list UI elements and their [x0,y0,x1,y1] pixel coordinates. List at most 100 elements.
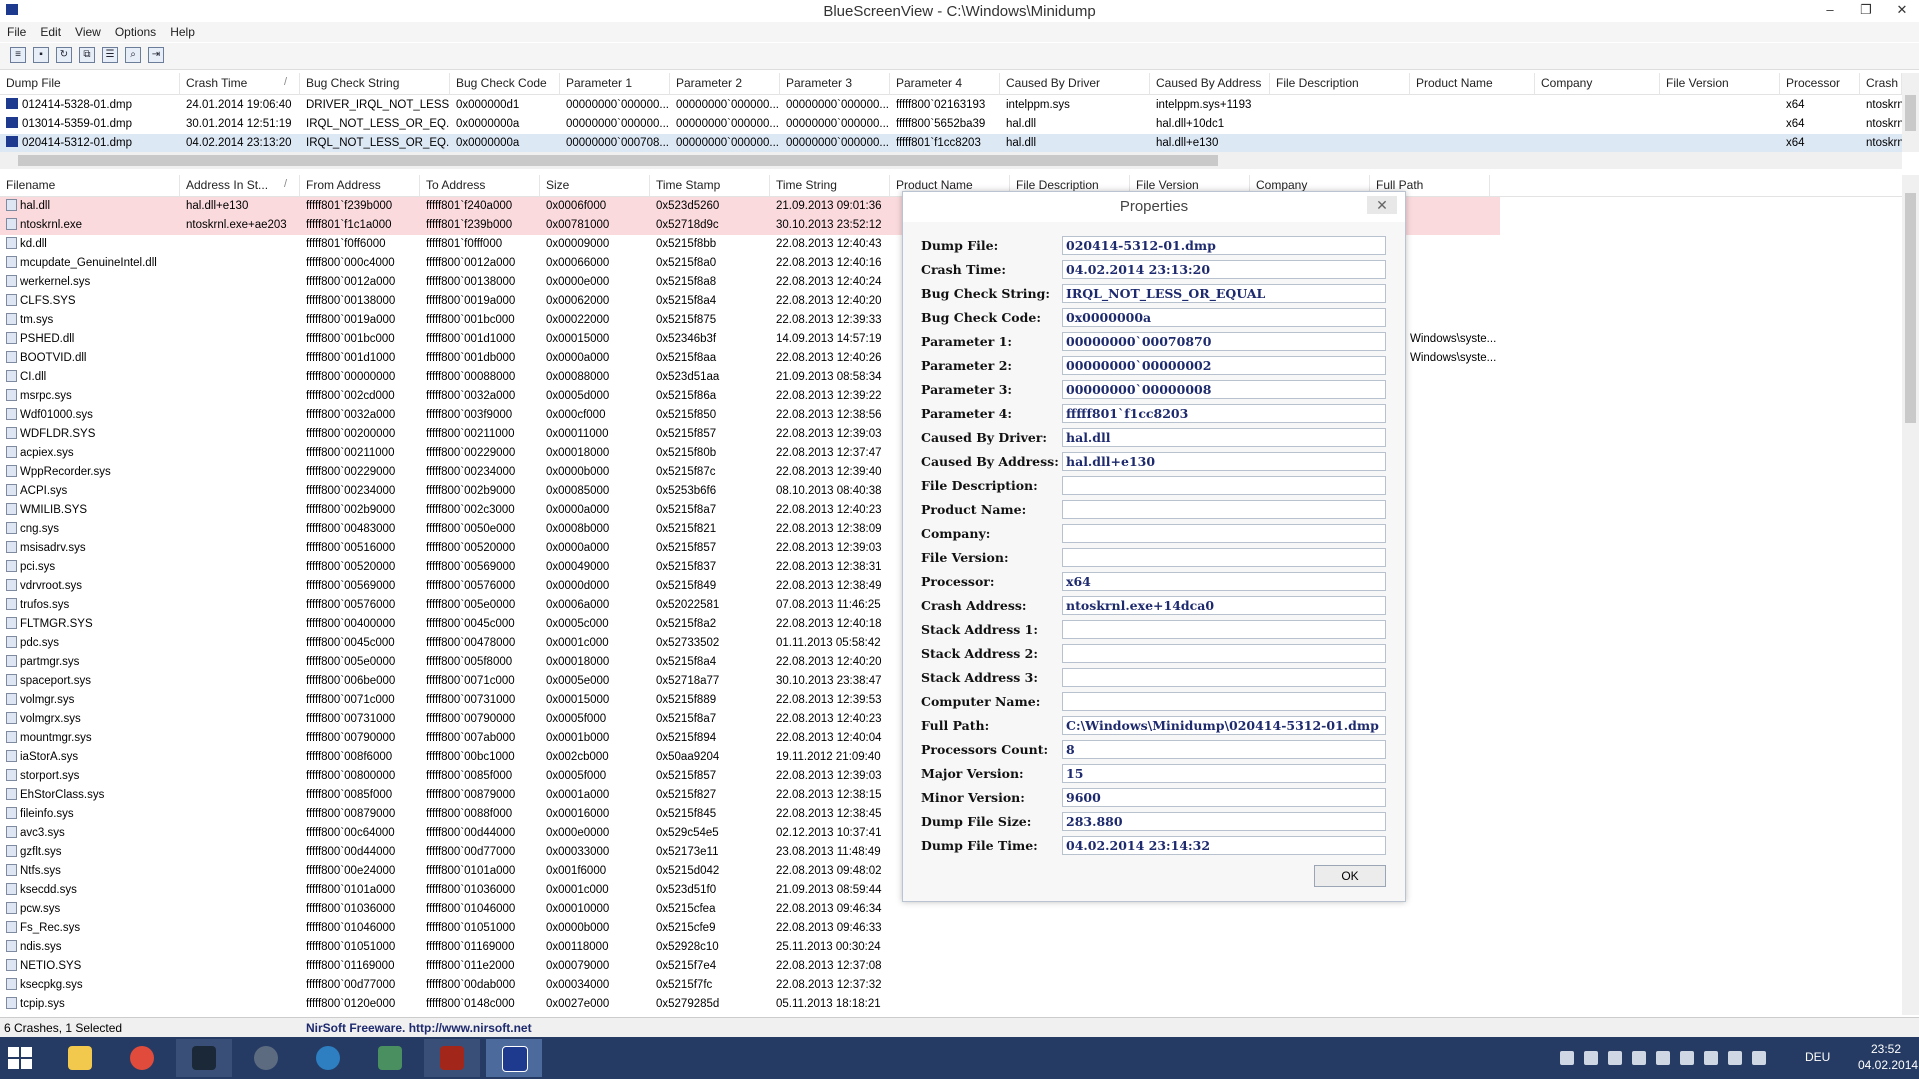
column-header[interactable]: Size [540,175,650,196]
column-header[interactable]: Time String [770,175,890,196]
property-value[interactable] [1062,620,1386,639]
property-value[interactable]: 00000000`00070870 [1062,332,1386,351]
driver-row[interactable]: ndis.sys fffff800`01051000 fffff800`011690… [0,938,1902,957]
tray-icon[interactable] [1584,1051,1598,1065]
column-header[interactable]: Parameter 1 [560,73,670,94]
column-header[interactable]: To Address [420,175,540,196]
column-header[interactable]: Crash Time [180,73,300,94]
crash-list-hscroll-thumb[interactable] [18,155,1218,166]
menu-view[interactable]: View [68,22,108,42]
column-header[interactable]: Bug Check String [300,73,450,94]
app-icon[interactable] [362,1039,418,1077]
clock-date[interactable]: 04.02.2014 [1858,1058,1918,1072]
column-header[interactable]: Processor [1780,73,1860,94]
column-header[interactable]: Product Name [1410,73,1535,94]
clock-time[interactable]: 23:52 [1858,1042,1914,1056]
dota-icon[interactable] [424,1039,480,1077]
property-value[interactable]: 8 [1062,740,1386,759]
dialog-close-button[interactable]: ✕ [1367,196,1397,214]
crash-list-vscroll[interactable] [1902,73,1919,152]
column-header[interactable]: File Version [1660,73,1780,94]
exit-icon[interactable]: ⇥ [148,47,164,63]
property-value[interactable] [1062,692,1386,711]
crash-list-vscroll-thumb[interactable] [1905,95,1916,131]
tray-icon[interactable] [1560,1051,1574,1065]
property-value[interactable] [1062,548,1386,567]
properties-icon[interactable]: ☰ [102,47,118,63]
chrome-icon[interactable] [114,1039,170,1077]
column-header[interactable]: File Description [1270,73,1410,94]
copy-icon[interactable]: ⧉ [79,47,95,63]
property-value[interactable]: hal.dll [1062,428,1386,447]
column-header[interactable]: Address In St... [180,175,300,196]
property-value[interactable]: 020414-5312-01.dmp [1062,236,1386,255]
crash-list-hscroll[interactable] [0,152,1902,169]
property-value[interactable]: 0x0000000a [1062,308,1386,327]
teamspeak-icon[interactable] [300,1039,356,1077]
column-header[interactable]: Parameter 3 [780,73,890,94]
bluescreenview-icon[interactable] [486,1039,542,1077]
flag-icon[interactable] [1680,1051,1694,1065]
property-value[interactable]: 04.02.2014 23:14:32 [1062,836,1386,855]
driver-row[interactable]: ksecpkg.sys fffff800`00d77000 fffff800`00d… [0,976,1902,995]
tray-icon[interactable] [1608,1051,1622,1065]
start-button[interactable] [8,1047,32,1069]
property-value[interactable]: 00000000`00000002 [1062,356,1386,375]
column-header[interactable]: Parameter 2 [670,73,780,94]
nirsoft-link[interactable]: NirSoft Freeware. http://www.nirsoft.net [306,1021,532,1035]
property-value[interactable] [1062,500,1386,519]
column-header[interactable]: Parameter 4 [890,73,1000,94]
minimize-button[interactable]: – [1813,0,1847,20]
steam-icon[interactable] [176,1039,232,1077]
column-header[interactable]: From Address [300,175,420,196]
refresh-icon[interactable]: ↻ [56,47,72,63]
property-value[interactable]: hal.dll+e130 [1062,452,1386,471]
save-html-icon[interactable]: ≡ [10,47,26,63]
column-header[interactable]: Bug Check Code [450,73,560,94]
language-indicator[interactable]: DEU [1805,1050,1830,1064]
save-icon[interactable]: ▪ [33,47,49,63]
property-value[interactable]: IRQL_NOT_LESS_OR_EQUAL [1062,284,1386,303]
property-value[interactable]: 9600 [1062,788,1386,807]
driver-list-vscroll[interactable] [1902,175,1919,1015]
driver-row[interactable]: NETIO.SYS fffff800`01169000 fffff800`011e2… [0,957,1902,976]
menu-edit[interactable]: Edit [33,22,68,42]
property-value[interactable]: ntoskrnl.exe+14dca0 [1062,596,1386,615]
crash-row[interactable]: 012414-5328-01.dmp 24.01.2014 19:06:40 DRI… [0,96,1902,115]
file-explorer-icon[interactable] [52,1039,108,1077]
network-icon[interactable] [1728,1051,1742,1065]
tray-icon[interactable] [1632,1051,1646,1065]
property-value[interactable]: 04.02.2014 23:13:20 [1062,260,1386,279]
property-value[interactable] [1062,644,1386,663]
maximize-button[interactable]: ❐ [1849,0,1883,20]
column-header[interactable]: Company [1535,73,1660,94]
driver-row[interactable]: Fs_Rec.sys fffff800`01046000 fffff800`0105… [0,919,1902,938]
menu-help[interactable]: Help [163,22,202,42]
property-value[interactable]: x64 [1062,572,1386,591]
ok-button[interactable]: OK [1314,865,1386,887]
driver-row[interactable]: pcw.sys fffff800`01036000 fffff800`0104600… [0,900,1902,919]
driver-row[interactable]: tcpip.sys fffff800`0120e000 fffff800`0148c… [0,995,1902,1014]
crash-row[interactable]: 020414-5312-01.dmp 04.02.2014 23:13:20 IRQ… [0,134,1902,153]
tray-icon[interactable] [1704,1051,1718,1065]
crash-row[interactable]: 013014-5359-01.dmp 30.01.2014 12:51:19 IRQ… [0,115,1902,134]
driver-list-vscroll-thumb[interactable] [1905,193,1916,423]
find-icon[interactable]: ⌕ [125,47,141,63]
property-value[interactable]: 283.880 [1062,812,1386,831]
column-header[interactable]: Dump File [0,73,180,94]
volume-icon[interactable] [1752,1051,1766,1065]
property-value[interactable]: 00000000`00000008 [1062,380,1386,399]
menu-options[interactable]: Options [108,22,163,42]
close-button[interactable]: ✕ [1885,0,1919,20]
property-value[interactable]: C:\Windows\Minidump\020414-5312-01.dmp [1062,716,1386,735]
tray-icon[interactable] [1656,1051,1670,1065]
column-header[interactable]: Caused By Driver [1000,73,1150,94]
property-value[interactable] [1062,476,1386,495]
property-value[interactable]: fffff801`f1cc8203 [1062,404,1386,423]
media-player-icon[interactable] [238,1039,294,1077]
property-value[interactable] [1062,668,1386,687]
property-value[interactable] [1062,524,1386,543]
column-header[interactable]: Caused By Address [1150,73,1270,94]
column-header[interactable]: Filename [0,175,180,196]
column-header[interactable]: Time Stamp [650,175,770,196]
